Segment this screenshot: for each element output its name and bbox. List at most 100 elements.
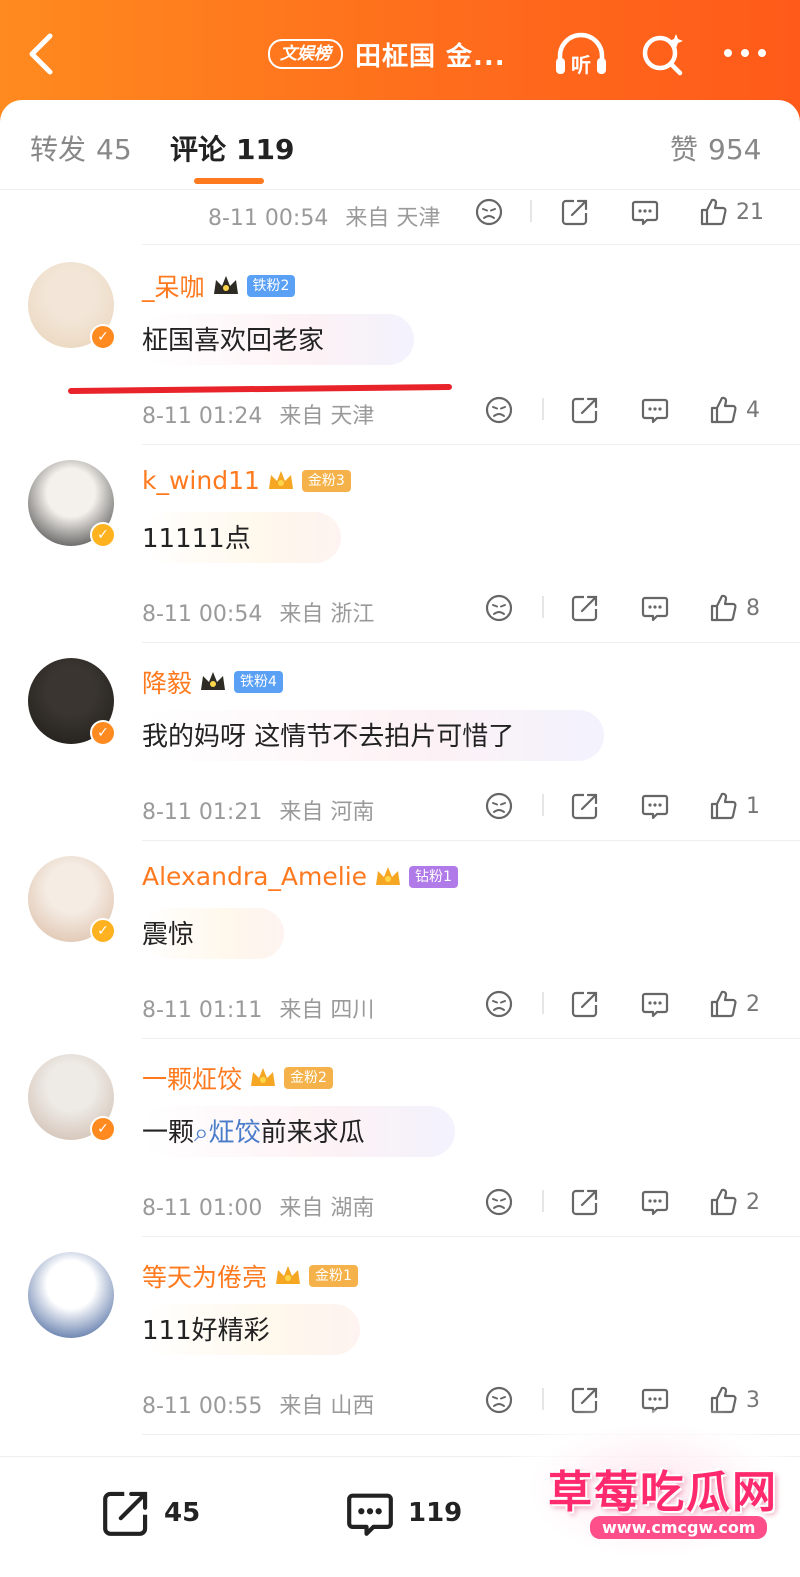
divider	[142, 642, 800, 643]
reply-icon[interactable]	[640, 986, 670, 1022]
share-icon[interactable]	[570, 986, 600, 1022]
fan-badge[interactable]: 铁粉4	[234, 671, 283, 693]
comment-button[interactable]: 119	[344, 1487, 462, 1539]
comment-from: 来自	[279, 404, 324, 429]
topic-link[interactable]: ⌕炡饺	[194, 1118, 261, 1148]
back-icon[interactable]	[22, 30, 62, 78]
fan-badge[interactable]: 金粉2	[284, 1067, 333, 1089]
fan-badge[interactable]: 铁粉2	[246, 275, 296, 297]
user-name[interactable]: Alexandra_Amelie	[142, 862, 367, 891]
comment-text: 前来求瓜	[260, 1118, 365, 1148]
like-button[interactable]: 2	[708, 986, 760, 1022]
user-name[interactable]: 等天为倦亮	[142, 1258, 267, 1294]
topic-link-text: 炡饺	[208, 1118, 261, 1148]
crown-icon	[201, 672, 226, 690]
comment-icon	[347, 1493, 393, 1536]
share-icon[interactable]	[570, 392, 600, 428]
comment-text: 柾国喜欢回老家	[142, 326, 325, 356]
divider	[542, 398, 544, 420]
thumbs-up-icon	[710, 990, 737, 1018]
reply-icon[interactable]	[640, 788, 670, 824]
like-button[interactable]: 1	[708, 788, 760, 824]
comment-count: 119	[408, 1498, 463, 1528]
comment-location: 浙江	[330, 602, 375, 627]
like-count: 21	[736, 199, 764, 225]
like-count: 8	[746, 595, 760, 621]
comment-meta-row: 8-11 00:54 来自 天津 21	[0, 192, 800, 232]
verified-badge-icon: ✓	[90, 720, 116, 746]
reply-icon[interactable]	[640, 1184, 670, 1220]
share-icon[interactable]	[560, 194, 590, 230]
dislike-icon[interactable]	[484, 1184, 514, 1220]
like-button[interactable]: 2	[708, 1184, 760, 1220]
share-icon[interactable]	[570, 1184, 600, 1220]
comment-meta-row: 8-11 01:11 来自 四川 2	[0, 984, 800, 1024]
search-icon[interactable]	[636, 28, 690, 80]
like-button[interactable]: 8	[708, 590, 760, 626]
comment-bubble: 柾国喜欢回老家	[142, 314, 415, 365]
dislike-icon[interactable]	[484, 590, 514, 626]
share-icon[interactable]	[570, 590, 600, 626]
verified-badge-icon: ✓	[90, 1116, 116, 1142]
tab-repost[interactable]: 转发 45	[30, 128, 132, 168]
user-name-row: Alexandra_Amelie 钻粉1	[142, 862, 458, 891]
divider	[142, 840, 800, 841]
user-name[interactable]: k_wind11	[142, 466, 260, 495]
crown-icon	[276, 1266, 301, 1284]
dislike-icon[interactable]	[484, 788, 514, 824]
divider	[542, 1388, 544, 1410]
divider	[530, 200, 532, 222]
comment-location: 河南	[330, 800, 375, 825]
thumbs-up-icon	[710, 396, 737, 424]
comment-time: 8-11 01:24	[142, 404, 263, 429]
reply-icon[interactable]	[630, 194, 660, 230]
tab-comments-count: 119	[236, 133, 295, 166]
comment-text: 我的妈呀 这情节不去拍片可惜了	[142, 722, 515, 752]
more-icon[interactable]	[720, 38, 770, 68]
tab-repost-label: 转发	[30, 133, 87, 166]
fan-badge[interactable]: 金粉1	[309, 1265, 358, 1287]
listen-icon[interactable]: 听	[552, 28, 610, 80]
dislike-icon[interactable]	[484, 392, 514, 428]
divider	[542, 992, 544, 1014]
crown-icon	[268, 470, 293, 489]
comment-location: 天津	[396, 206, 441, 231]
user-name[interactable]: 降毅	[142, 664, 192, 700]
reply-icon[interactable]	[640, 392, 670, 428]
comment-from: 来自	[345, 206, 390, 231]
comment-from: 来自	[279, 800, 324, 825]
crown-icon	[376, 866, 401, 885]
tab-comments[interactable]: 评论 119	[170, 128, 294, 168]
reply-icon[interactable]	[640, 590, 670, 626]
divider	[142, 244, 800, 245]
share-icon[interactable]	[570, 788, 600, 824]
user-name[interactable]: 一颗炡饺	[142, 1060, 242, 1096]
comment-text: 一颗	[142, 1118, 195, 1148]
comment-bubble: 一颗⌕炡饺前来求瓜	[142, 1106, 455, 1157]
comment-bubble: 震惊	[142, 908, 285, 959]
repost-button[interactable]: 45	[100, 1487, 200, 1539]
avatar[interactable]	[28, 1252, 114, 1338]
like-button[interactable]: 4	[708, 392, 760, 428]
dislike-icon[interactable]	[484, 986, 514, 1022]
divider	[142, 1236, 800, 1237]
user-name-row: 一颗炡饺 金粉2	[142, 1060, 333, 1096]
page-title: 田柾国 金...	[355, 41, 506, 72]
user-name-row: k_wind11 金粉3	[142, 466, 351, 495]
topic-header[interactable]: 文娱榜 田柾国 金...	[268, 34, 506, 74]
comment-text: 11111点	[142, 524, 251, 554]
fan-badge[interactable]: 钻粉1	[409, 865, 458, 888]
tab-likes[interactable]: 赞 954	[670, 128, 761, 168]
thumbs-up-icon	[710, 792, 737, 820]
user-name[interactable]: _呆咖	[142, 268, 205, 304]
comment-bubble: 11111点	[142, 512, 341, 563]
comment-time: 8-11 01:21	[142, 800, 263, 825]
like-button[interactable]: 21	[698, 194, 764, 230]
comment-meta-row: 8-11 00:54 来自 浙江 8	[0, 588, 800, 628]
thumbs-up-icon	[710, 1188, 737, 1216]
comment-time: 8-11 00:55	[142, 1394, 263, 1419]
comment-text: 111好精彩	[142, 1316, 270, 1346]
comment-meta: 8-11 01:21 来自 河南	[142, 794, 374, 826]
dislike-icon[interactable]	[474, 194, 504, 230]
fan-badge[interactable]: 金粉3	[301, 469, 351, 492]
